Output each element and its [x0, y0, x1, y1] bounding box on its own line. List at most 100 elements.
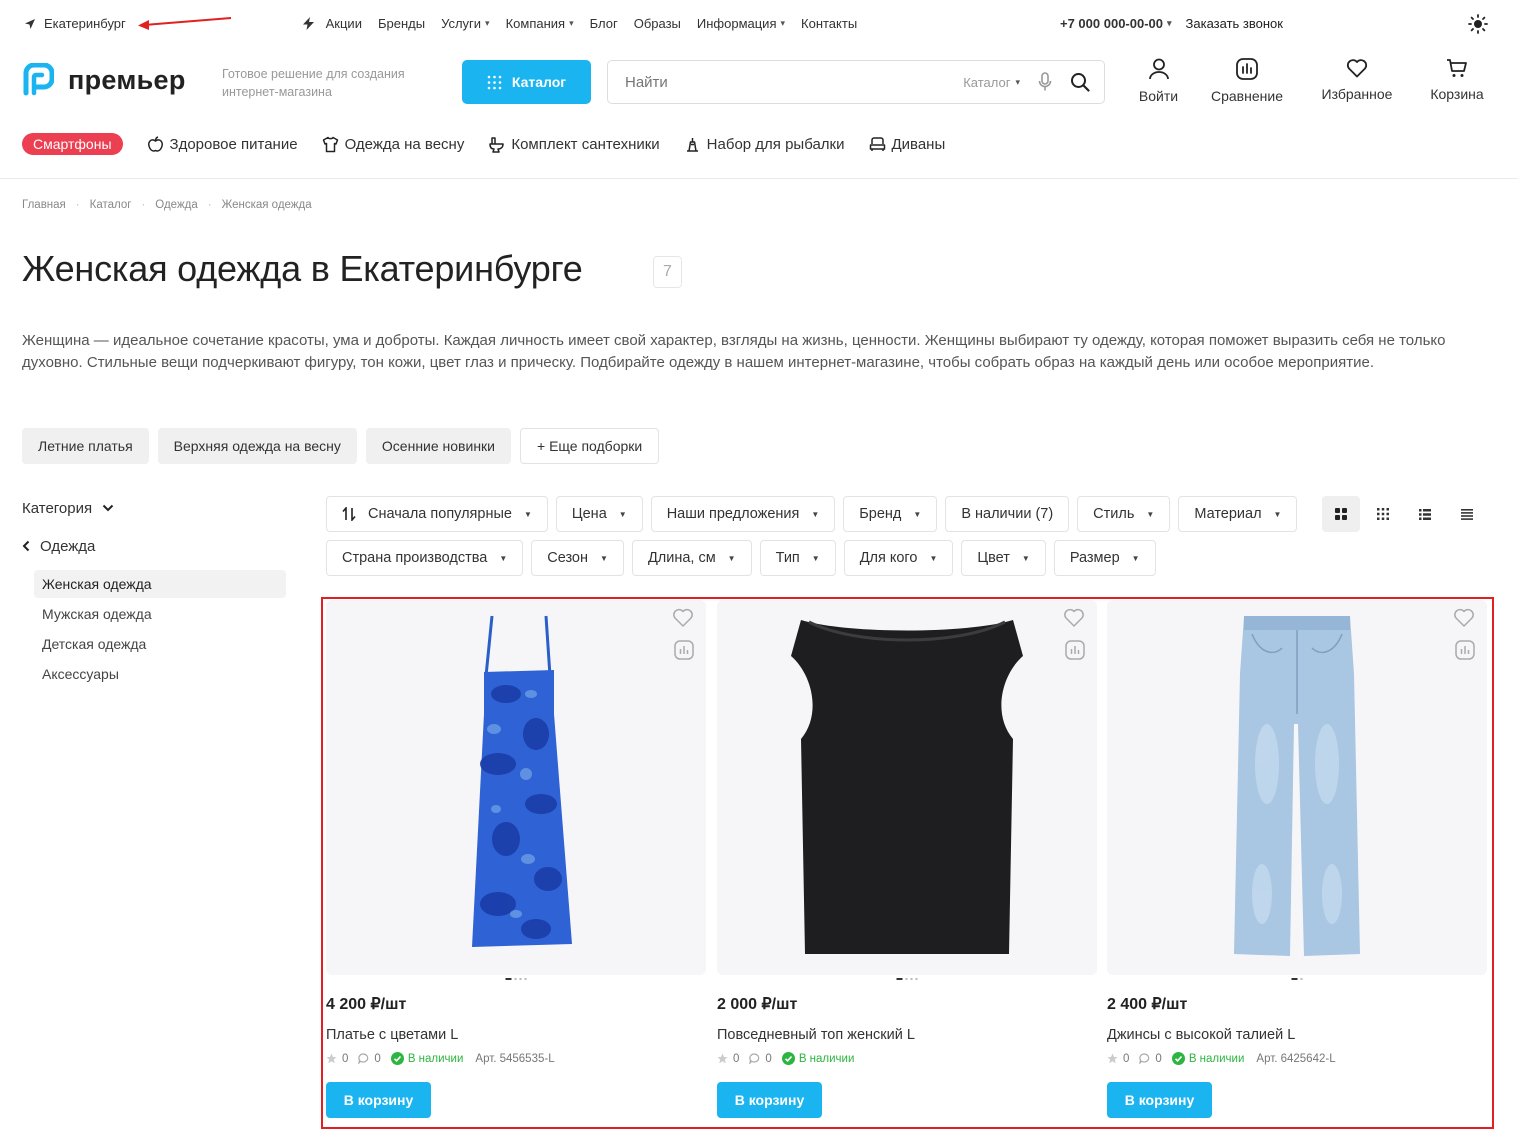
category-toggle[interactable]: Категория: [22, 496, 286, 520]
add-to-cart-button[interactable]: В корзину: [326, 1082, 431, 1118]
view-list-button[interactable]: [1406, 496, 1444, 532]
favorites-button[interactable]: Избранное: [1307, 58, 1407, 104]
callback-link[interactable]: Заказать звонок: [1186, 16, 1283, 31]
nav-item-brands[interactable]: Бренды: [378, 16, 425, 31]
collection-tag[interactable]: Летние платья: [22, 428, 149, 464]
dress-image: [472, 615, 572, 947]
chevron-down-icon: ▼: [1146, 509, 1155, 519]
nav-item-looks[interactable]: Образы: [634, 16, 681, 31]
sidebar-item-accessories[interactable]: Аксессуары: [34, 660, 286, 688]
more-collections-button[interactable]: + Еще подборки: [520, 428, 660, 464]
filter-offers[interactable]: Наши предложения ▼: [650, 496, 836, 532]
filter-price[interactable]: Цена ▼: [555, 496, 643, 532]
filter-color[interactable]: Цвет ▼: [961, 540, 1046, 576]
sort-dropdown[interactable]: Сначала популярные ▼: [326, 496, 548, 532]
product-card[interactable]: 2 400 ₽/шт Джинсы с высокой талией L 0 0…: [1107, 600, 1487, 1118]
reviews-value: 0: [765, 1052, 772, 1065]
view-grid-small-button[interactable]: [1364, 496, 1402, 532]
compare-label: Сравнение: [1211, 88, 1283, 104]
compare-icon[interactable]: [1065, 640, 1085, 660]
product-name[interactable]: Повседневный топ женский L: [717, 1027, 1097, 1043]
stock-status: В наличии: [390, 1052, 463, 1065]
phone-number[interactable]: +7 000 000-00-00 ▾: [1060, 16, 1172, 31]
image-pagination[interactable]: [896, 978, 918, 980]
collection-tag[interactable]: Осенние новинки: [365, 428, 511, 464]
filter-type[interactable]: Тип ▼: [759, 540, 836, 576]
breadcrumb-item[interactable]: Одежда: [155, 199, 197, 211]
chevron-down-icon: [102, 504, 114, 512]
quick-link-smartphones[interactable]: Смартфоны: [22, 133, 123, 155]
view-table-button[interactable]: [1448, 496, 1486, 532]
parent-category-link[interactable]: Одежда: [22, 534, 286, 558]
nav-item-services[interactable]: Услуги ▾: [441, 16, 490, 31]
login-button[interactable]: Войти: [1130, 58, 1187, 104]
sidebar-item-men[interactable]: Мужская одежда: [34, 600, 286, 628]
sun-icon[interactable]: [1468, 14, 1488, 34]
catalog-button[interactable]: Каталог: [462, 60, 591, 104]
product-image[interactable]: [326, 600, 706, 980]
filter-material[interactable]: Материал ▼: [1178, 496, 1298, 532]
search-icon[interactable]: [1070, 72, 1090, 92]
filter-length[interactable]: Длина, см ▼: [631, 540, 752, 576]
filter-season[interactable]: Сезон ▼: [531, 540, 624, 576]
lightning-icon: [303, 17, 314, 30]
search-scope-select[interactable]: Каталог ▾: [963, 75, 1020, 90]
compare-button[interactable]: Сравнение: [1187, 58, 1307, 104]
nav-item-contacts[interactable]: Контакты: [801, 16, 857, 31]
image-pagination[interactable]: [505, 978, 527, 980]
compare-icon[interactable]: [1455, 640, 1475, 660]
cart-label: Корзина: [1430, 86, 1484, 102]
filter-in-stock[interactable]: В наличии (7): [945, 496, 1070, 532]
nav-item-company[interactable]: Компания ▾: [506, 16, 574, 31]
sidebar-item-women[interactable]: Женская одежда: [34, 570, 286, 598]
chevron-down-icon: ▾: [1015, 76, 1020, 87]
filter-label: Страна производства: [342, 550, 488, 566]
breadcrumb-item[interactable]: Главная: [22, 199, 66, 211]
product-card[interactable]: 4 200 ₽/шт Платье с цветами L 0 0 В нали…: [326, 600, 706, 1118]
quick-link-sofas[interactable]: Диваны: [869, 136, 945, 153]
filter-country[interactable]: Страна производства ▼: [326, 540, 524, 576]
city-selector[interactable]: Екатеринбург: [24, 16, 126, 31]
product-name[interactable]: Джинсы с высокой талией L: [1107, 1027, 1487, 1043]
product-card[interactable]: 2 000 ₽/шт Повседневный топ женский L 0 …: [717, 600, 1097, 1118]
sidebar-item-kids[interactable]: Детская одежда: [34, 630, 286, 658]
collection-tag[interactable]: Верхняя одежда на весну: [157, 428, 357, 464]
product-image[interactable]: [1107, 600, 1487, 980]
quick-link-fishing[interactable]: Набор для рыбалки: [684, 136, 845, 153]
search-bar: Каталог ▾: [607, 60, 1105, 104]
quick-link-spring-clothes[interactable]: Одежда на весну: [322, 136, 464, 153]
quick-link-healthy-food[interactable]: Здоровое питание: [147, 136, 298, 153]
stock-label: В наличии: [1188, 1052, 1245, 1065]
product-rating: 0: [326, 1053, 348, 1065]
microphone-icon[interactable]: [1038, 72, 1052, 92]
filter-style[interactable]: Стиль ▼: [1077, 496, 1171, 532]
heart-icon[interactable]: [1063, 608, 1085, 628]
heart-icon[interactable]: [672, 608, 694, 628]
chevron-down-icon: ▼: [913, 509, 922, 519]
logo[interactable]: премьер: [22, 63, 186, 97]
add-to-cart-button[interactable]: В корзину: [717, 1082, 822, 1118]
logo-icon: [23, 63, 54, 96]
chevron-down-icon: ▼: [811, 553, 820, 563]
nav-item-actions[interactable]: Акции: [303, 16, 362, 31]
nav-item-blog[interactable]: Блог: [590, 16, 618, 31]
nav-label: Образы: [633, 16, 681, 31]
heart-icon[interactable]: [1453, 608, 1475, 628]
nav-item-info[interactable]: Информация ▾: [697, 16, 785, 31]
quick-link-plumbing[interactable]: Комплект сантехники: [488, 136, 660, 153]
compare-icon[interactable]: [674, 640, 694, 660]
favorites-label: Избранное: [1321, 86, 1393, 102]
search-input[interactable]: [625, 73, 964, 91]
view-grid-large-button[interactable]: [1322, 496, 1360, 532]
product-name[interactable]: Платье с цветами L: [326, 1027, 706, 1043]
filter-brand[interactable]: Бренд ▼: [843, 496, 938, 532]
product-image[interactable]: [717, 600, 1097, 980]
filter-size[interactable]: Размер ▼: [1053, 540, 1156, 576]
cart-button[interactable]: Корзина: [1407, 58, 1507, 104]
image-pagination[interactable]: [1291, 978, 1303, 980]
breadcrumb-item[interactable]: Каталог: [90, 199, 132, 211]
check-circle-icon: [1171, 1052, 1185, 1065]
heart-icon: [1346, 59, 1368, 78]
filter-audience[interactable]: Для кого ▼: [843, 540, 954, 576]
add-to-cart-button[interactable]: В корзину: [1107, 1082, 1212, 1118]
